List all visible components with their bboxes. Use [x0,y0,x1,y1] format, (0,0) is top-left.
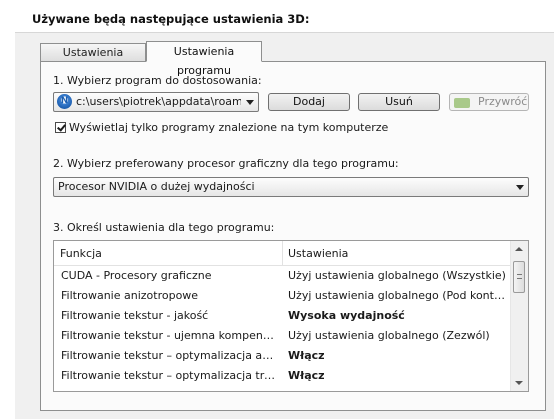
chevron-down-icon [246,100,254,105]
show-found-programs-label: Wyświetlaj tylko programy znalezione na … [69,121,389,134]
settings-list[interactable]: Funkcja Ustawienia CUDA - Procesory graf… [53,240,529,392]
feature-setting: Wysoka wydajność [288,309,405,322]
list-item[interactable]: Filtrowanie tekstur – optymalizacja trój… [54,365,512,385]
restore-button[interactable]: Przywróć [449,93,529,111]
feature-name: Filtrowanie tekstur - ujemna kompensacja… [61,329,279,342]
step1-label: 1. Wybierz program do dostosowania: [53,74,262,87]
list-item[interactable]: Filtrowanie tekstur - ujemna kompensacja… [54,325,512,345]
feature-name: Filtrowanie tekstur – optymalizacja trój… [61,369,279,382]
list-item[interactable]: Filtrowanie anizotropowe Użyj ustawienia… [54,285,512,305]
tab-program-settings[interactable]: Ustawienia programu [146,41,262,77]
scroll-down-icon[interactable] [515,381,523,385]
chevron-down-icon [516,185,524,190]
list-item[interactable]: Filtrowanie tekstur – optymalizacja aniz… [54,345,512,365]
feature-setting: Włącz [288,349,325,362]
feature-name: Filtrowanie tekstur - jakość [61,309,209,322]
show-found-programs-checkbox[interactable] [55,122,66,133]
restore-label: Przywróć [478,95,528,108]
page-heading: Używane będą następujące ustawienia 3D: [32,12,310,26]
feature-setting: Włącz [288,369,325,382]
list-scrollbar[interactable] [510,241,528,391]
scroll-thumb[interactable] [513,261,525,293]
remove-program-button[interactable]: Usuń [358,93,440,111]
gpu-select-value: Procesor NVIDIA o dużej wydajności [58,180,255,193]
program-icon: N [57,94,72,109]
gpu-select[interactable]: Procesor NVIDIA o dużej wydajności [53,177,529,197]
feature-name: Filtrowanie tekstur – optymalizacja aniz… [61,349,279,362]
feature-setting: Użyj ustawienia globalnego (Wszystkie) [288,269,506,282]
list-item[interactable]: Filtrowanie tekstur - jakość Wysoka wyda… [54,305,512,325]
step3-label: 3. Określ ustawienia dla tego programu: [53,221,275,234]
list-header: Funkcja Ustawienia [54,241,512,266]
program-path: c:\users\piotrek\appdata\roami... [76,95,241,108]
feature-name: Filtrowanie anizotropowe [61,289,199,302]
feature-name: CUDA - Procesory graficzne [61,269,212,282]
column-header-feature[interactable]: Funkcja [60,247,102,260]
feature-setting: Użyj ustawienia globalnego (Pod kontrolą… [288,289,508,302]
add-program-button[interactable]: Dodaj [268,93,350,111]
list-item[interactable]: CUDA - Procesory graficzne Użyj ustawien… [54,265,512,285]
feature-setting: Użyj ustawienia globalnego (Zezwól) [288,329,490,342]
nvidia-icon [454,98,470,108]
tab-global-settings[interactable]: Ustawienia globalne [40,43,146,76]
program-select[interactable]: N c:\users\piotrek\appdata\roami... [53,92,259,112]
scroll-up-icon[interactable] [515,247,523,251]
column-header-setting[interactable]: Ustawienia [288,247,348,260]
column-divider [282,241,283,265]
step2-label: 2. Wybierz preferowany procesor graficzn… [53,157,399,170]
